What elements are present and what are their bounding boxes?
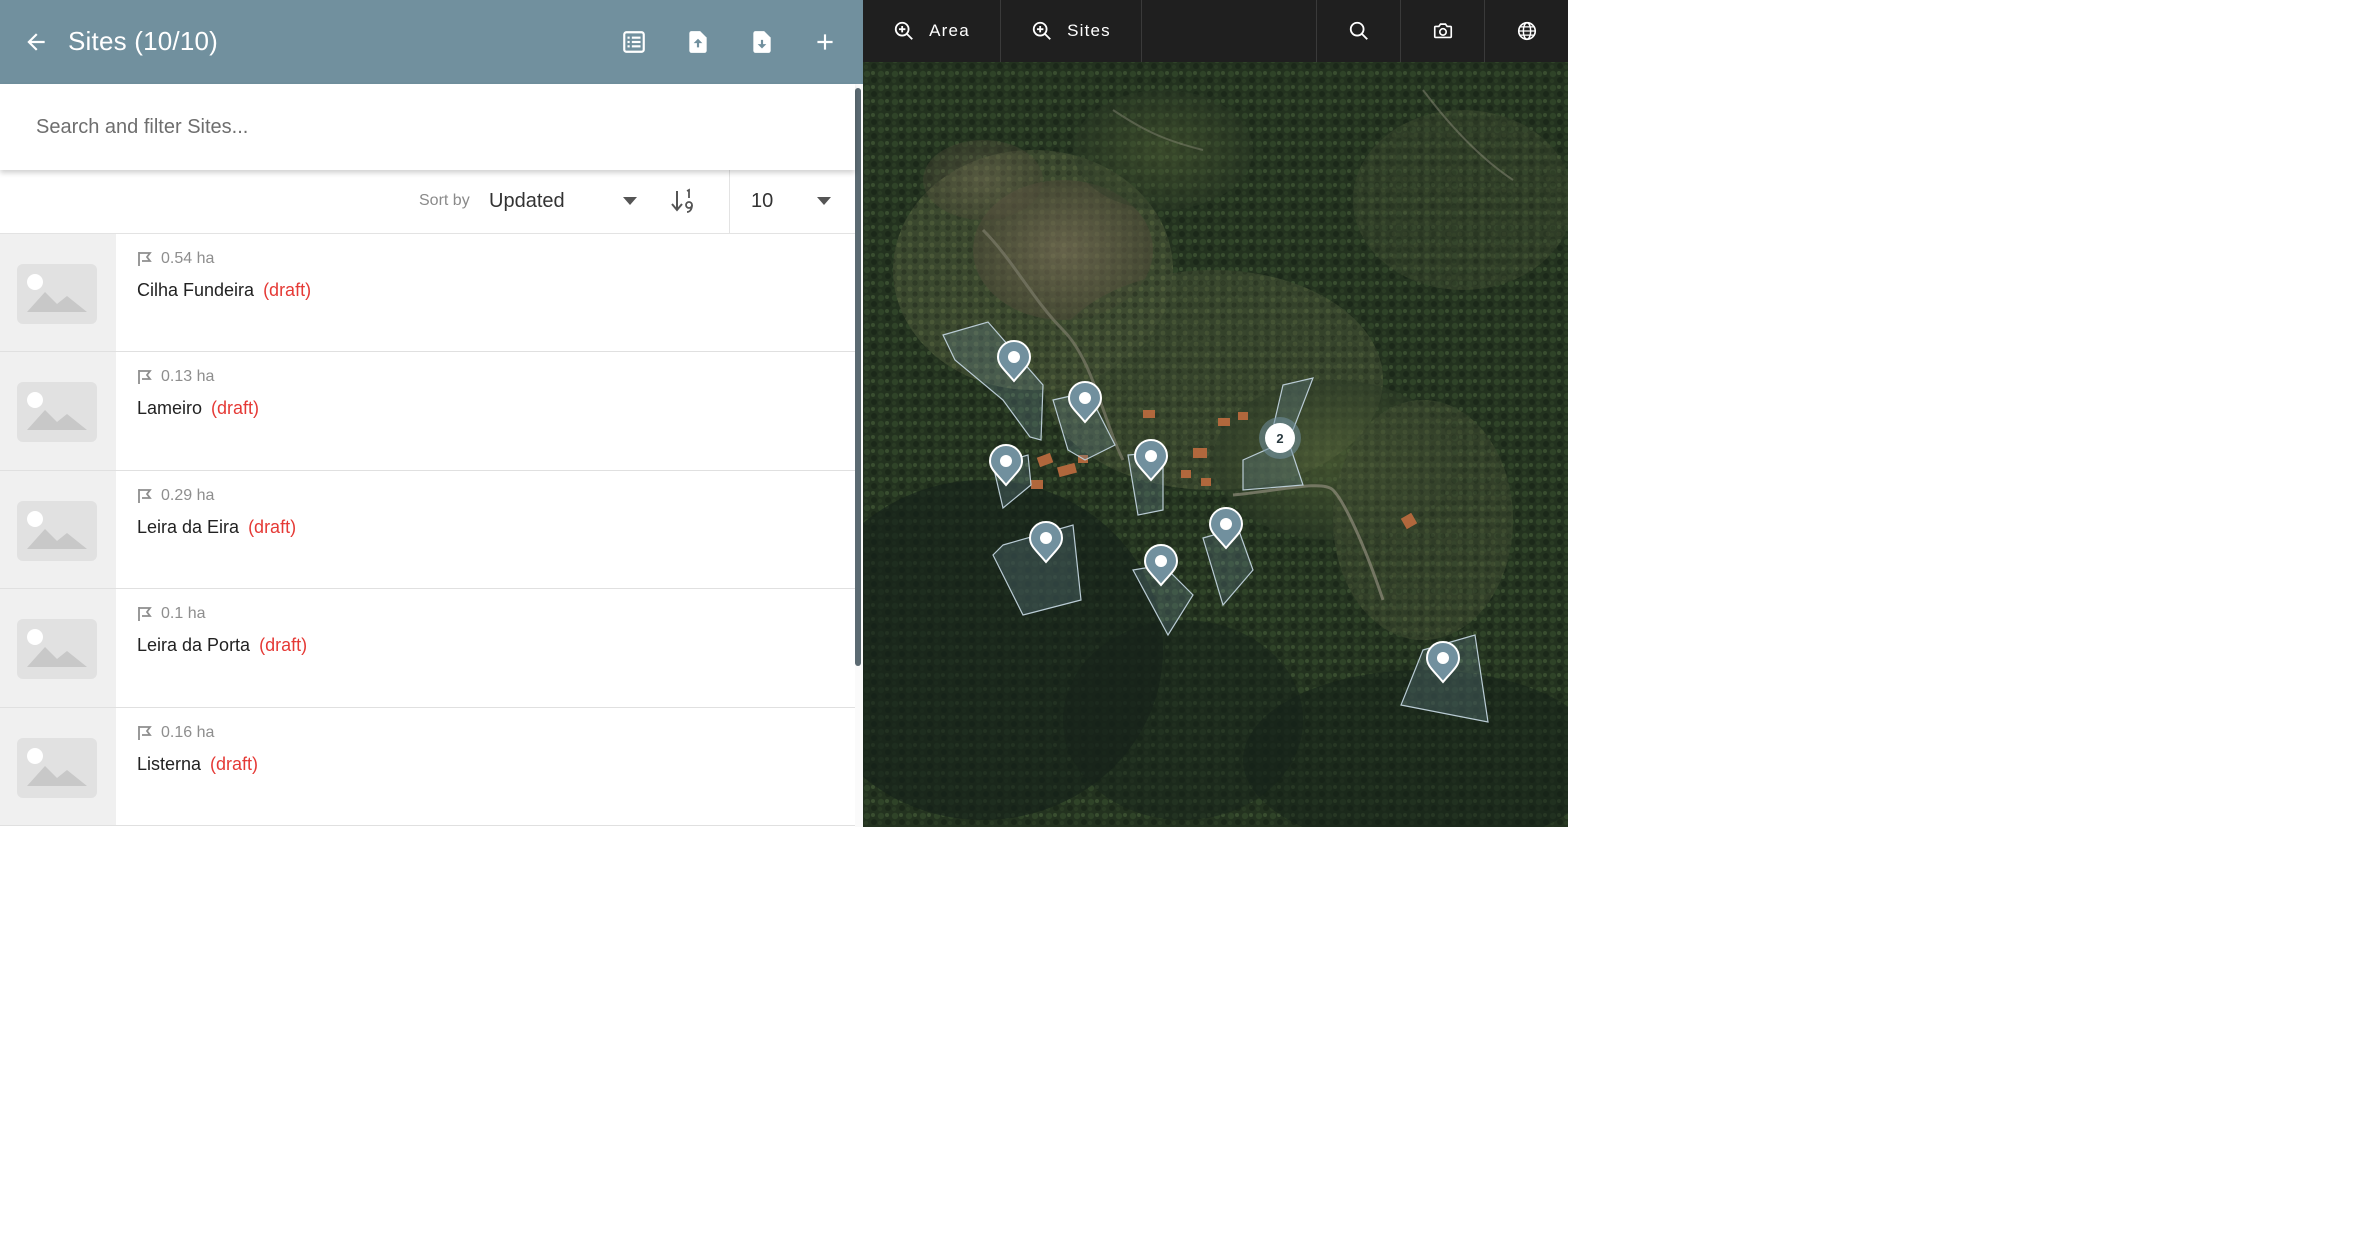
site-name-line: Cilha Fundeira (draft) xyxy=(137,280,311,301)
arrow-left-icon xyxy=(27,33,45,51)
basemap-button[interactable] xyxy=(1484,0,1568,62)
back-button[interactable] xyxy=(16,22,56,62)
zoom-in-icon xyxy=(894,21,914,40)
page-size-value: 10 xyxy=(751,190,774,212)
zoom-to-area-label: Area xyxy=(929,21,970,40)
sort-label: Sort by xyxy=(419,192,470,209)
thumbnail xyxy=(0,234,116,352)
area-flag-icon xyxy=(138,607,152,622)
thumbnail xyxy=(0,470,116,589)
map-toolbar: Area Sites xyxy=(863,0,1568,62)
sort-direction-button[interactable] xyxy=(664,184,704,220)
site-row[interactable]: 0.1 ha Leira da Porta (draft) xyxy=(0,589,855,708)
image-placeholder-icon xyxy=(27,392,87,431)
image-placeholder-icon xyxy=(27,629,87,668)
screenshot-button[interactable] xyxy=(1400,0,1484,62)
site-name: Cilha Fundeira xyxy=(137,280,255,300)
zoom-in-icon xyxy=(1032,21,1051,40)
site-name-line: Listerna (draft) xyxy=(137,754,258,775)
sites-list: 0.54 ha Cilha Fundeira (draft) 0.13 ha La… xyxy=(0,234,855,826)
site-row[interactable]: 0.16 ha Listerna (draft) xyxy=(0,707,855,826)
sites-panel: Sites (10/10) Search and filter Sites...… xyxy=(0,0,863,827)
site-name-line: Leira da Eira (draft) xyxy=(137,517,296,538)
area-info: 0.13 ha xyxy=(137,368,214,386)
cluster-count: 2 xyxy=(1276,431,1283,446)
draft-badge: (draft) xyxy=(259,635,308,656)
area-info: 0.29 ha xyxy=(137,487,214,505)
draft-badge: (draft) xyxy=(211,398,260,419)
page-title: Sites (10/10) xyxy=(68,26,219,56)
sort-bar: Sort by Updated xyxy=(0,170,855,234)
draft-badge: (draft) xyxy=(263,280,312,300)
site-row[interactable]: 0.13 ha Lameiro (draft) xyxy=(0,352,855,471)
image-placeholder-icon xyxy=(27,747,87,786)
area-flag-icon xyxy=(138,370,152,385)
site-row[interactable]: 0.29 ha Leira da Eira (draft) xyxy=(0,470,855,590)
list-scrollbar[interactable] xyxy=(855,84,863,827)
scrollbar-thumb[interactable] xyxy=(855,88,861,666)
site-area: 0.54 ha xyxy=(161,250,215,267)
checklist-icon xyxy=(623,31,645,53)
image-placeholder-icon xyxy=(27,274,87,312)
map-panel: 2 Area Sites xyxy=(863,0,1568,827)
site-name-line: Lameiro (draft) xyxy=(137,398,259,419)
area-flag-icon xyxy=(138,252,152,266)
area-info: 0.1 ha xyxy=(137,605,205,623)
area-flag-icon xyxy=(138,488,152,503)
search-icon xyxy=(1349,21,1368,40)
thumbnail xyxy=(0,352,116,470)
zoom-to-sites-label: Sites xyxy=(1067,21,1111,40)
file-download-icon xyxy=(753,31,771,53)
camera-icon xyxy=(1433,23,1452,39)
page-size-select[interactable]: 10 xyxy=(751,182,835,222)
site-name: Leira da Porta xyxy=(137,635,251,656)
area-info: 0.54 ha xyxy=(137,250,214,268)
area-flag-icon xyxy=(138,725,152,740)
zoom-to-area-button[interactable]: Area xyxy=(863,0,1001,62)
site-name: Lameiro xyxy=(137,398,203,419)
search-input[interactable] xyxy=(0,84,855,170)
sort-select[interactable]: Updated xyxy=(489,182,639,222)
sort-numeric-descending-icon xyxy=(671,188,693,213)
search-box xyxy=(0,84,855,170)
site-name-line: Leira da Porta (draft) xyxy=(137,635,307,656)
site-area: 0.29 ha xyxy=(161,486,215,504)
sites-header: Sites (10/10) xyxy=(0,0,863,84)
caret-down-icon xyxy=(817,197,831,205)
thumbnail xyxy=(0,707,116,825)
satellite-map[interactable]: 2 xyxy=(863,0,1568,827)
area-info: 0.16 ha xyxy=(137,724,214,742)
globe-icon xyxy=(1517,21,1536,41)
site-area: 0.16 ha xyxy=(161,723,215,741)
sort-value: Updated xyxy=(489,190,565,212)
image-placeholder-icon xyxy=(27,510,87,549)
site-cluster[interactable]: 2 xyxy=(1259,417,1301,459)
add-site-button[interactable] xyxy=(805,22,845,62)
site-name: Leira da Eira xyxy=(137,516,240,537)
draft-badge: (draft) xyxy=(210,753,259,774)
site-row[interactable]: 0.54 ha Cilha Fundeira (draft) xyxy=(0,234,855,353)
draft-badge: (draft) xyxy=(248,516,297,537)
thumbnail xyxy=(0,589,116,707)
sort-divider xyxy=(729,170,730,234)
download-button[interactable] xyxy=(742,22,782,62)
site-area: 0.13 ha xyxy=(161,368,215,386)
plus-icon xyxy=(817,34,833,50)
caret-down-icon xyxy=(623,197,637,205)
site-name: Listerna xyxy=(137,753,202,774)
upload-button[interactable] xyxy=(678,22,718,62)
list-view-button[interactable] xyxy=(614,22,654,62)
zoom-to-sites-button[interactable]: Sites xyxy=(1001,0,1142,62)
map-search-button[interactable] xyxy=(1316,0,1400,62)
site-area: 0.1 ha xyxy=(161,605,206,623)
file-upload-icon xyxy=(689,31,707,53)
